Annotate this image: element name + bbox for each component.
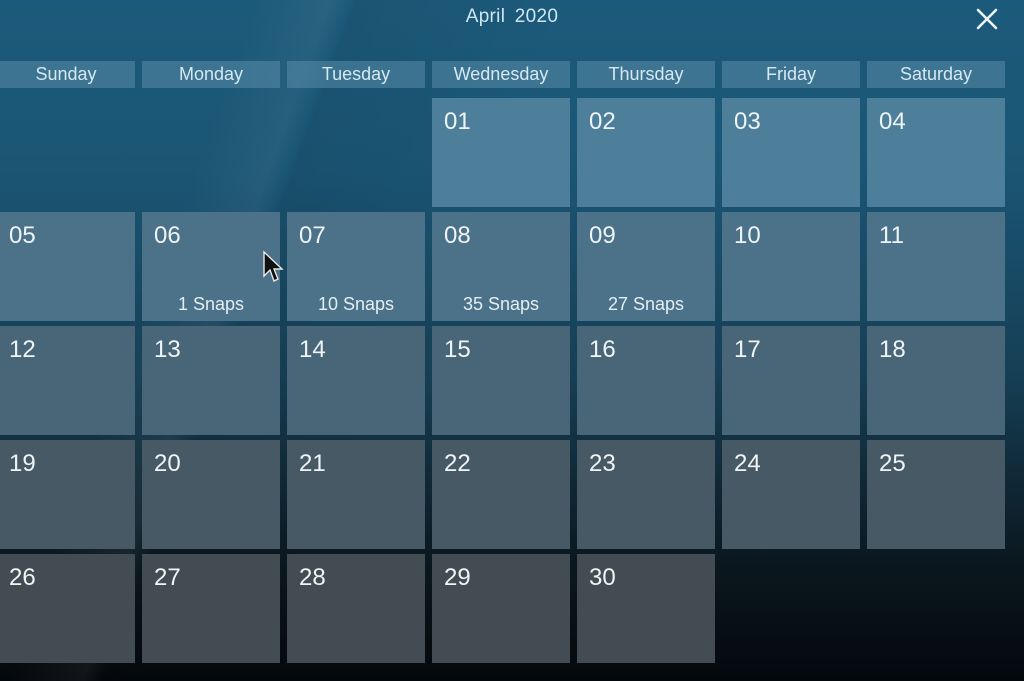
day-cell-10[interactable]: 10: [722, 212, 860, 321]
day-number: 23: [589, 450, 616, 477]
day-number: 03: [734, 108, 761, 135]
day-cell-13[interactable]: 13: [142, 326, 280, 435]
close-button[interactable]: [972, 4, 1002, 34]
weekday-header-sunday: Sunday: [0, 61, 135, 88]
day-cell-01[interactable]: 01: [432, 98, 570, 207]
weekday-header-wednesday: Wednesday: [432, 61, 570, 88]
day-number: 13: [154, 336, 181, 363]
day-cell-20[interactable]: 20: [142, 440, 280, 549]
day-number: 27: [154, 564, 181, 591]
day-number: 26: [9, 564, 36, 591]
day-number: 19: [9, 450, 36, 477]
day-cell-17[interactable]: 17: [722, 326, 860, 435]
day-number: 14: [299, 336, 326, 363]
day-cell-19[interactable]: 19: [0, 440, 135, 549]
day-number: 25: [879, 450, 906, 477]
day-number: 21: [299, 450, 326, 477]
day-cell-23[interactable]: 23: [577, 440, 715, 549]
day-cell-22[interactable]: 22: [432, 440, 570, 549]
snaps-count: 10 Snaps: [317, 294, 395, 314]
day-number: 08: [444, 222, 471, 249]
day-cell-08[interactable]: 08 35 Snaps: [432, 212, 570, 321]
day-number: 18: [879, 336, 906, 363]
day-number: 24: [734, 450, 761, 477]
day-cell-07[interactable]: 07 10 Snaps: [287, 212, 425, 321]
day-cell-04[interactable]: 04: [867, 98, 1005, 207]
day-number: 29: [444, 564, 471, 591]
mouse-cursor-icon: [263, 250, 284, 282]
day-number: 28: [299, 564, 326, 591]
day-number: 09: [589, 222, 616, 249]
day-cell-12[interactable]: 12: [0, 326, 135, 435]
day-cell-16[interactable]: 16: [577, 326, 715, 435]
day-cell-03[interactable]: 03: [722, 98, 860, 207]
day-cell-29[interactable]: 29: [432, 554, 570, 663]
day-number: 16: [589, 336, 616, 363]
snaps-count: 27 Snaps: [607, 294, 685, 314]
day-cell-06[interactable]: 06 1 Snaps: [142, 212, 280, 321]
weekday-header-saturday: Saturday: [867, 61, 1005, 88]
day-cell-28[interactable]: 28: [287, 554, 425, 663]
day-cell-30[interactable]: 30: [577, 554, 715, 663]
day-number: 10: [734, 222, 761, 249]
day-number: 07: [299, 222, 326, 249]
day-cell-02[interactable]: 02: [577, 98, 715, 207]
day-cell-27[interactable]: 27: [142, 554, 280, 663]
day-cell-05[interactable]: 05: [0, 212, 135, 321]
weekday-header-monday: Monday: [142, 61, 280, 88]
day-number: 22: [444, 450, 471, 477]
day-number: 02: [589, 108, 616, 135]
day-cell-09[interactable]: 09 27 Snaps: [577, 212, 715, 321]
day-cell-25[interactable]: 25: [867, 440, 1005, 549]
day-number: 12: [9, 336, 36, 363]
snaps-count: 1 Snaps: [177, 294, 245, 314]
snaps-count: 35 Snaps: [462, 294, 540, 314]
day-cell-21[interactable]: 21: [287, 440, 425, 549]
day-number: 01: [444, 108, 471, 135]
day-number: 05: [9, 222, 36, 249]
day-cell-15[interactable]: 15: [432, 326, 570, 435]
day-number: 17: [734, 336, 761, 363]
month-title: April 2020: [465, 6, 559, 27]
day-number: 06: [154, 222, 181, 249]
day-number: 04: [879, 108, 906, 135]
weekday-header-tuesday: Tuesday: [287, 61, 425, 88]
day-number: 15: [444, 336, 471, 363]
day-cell-11[interactable]: 11: [867, 212, 1005, 321]
weekday-header-thursday: Thursday: [577, 61, 715, 88]
day-cell-18[interactable]: 18: [867, 326, 1005, 435]
day-number: 30: [589, 564, 616, 591]
day-cell-14[interactable]: 14: [287, 326, 425, 435]
weekday-header-friday: Friday: [722, 61, 860, 88]
close-icon: [976, 8, 998, 30]
day-cell-26[interactable]: 26: [0, 554, 135, 663]
day-number: 20: [154, 450, 181, 477]
day-cell-24[interactable]: 24: [722, 440, 860, 549]
day-number: 11: [879, 222, 904, 249]
